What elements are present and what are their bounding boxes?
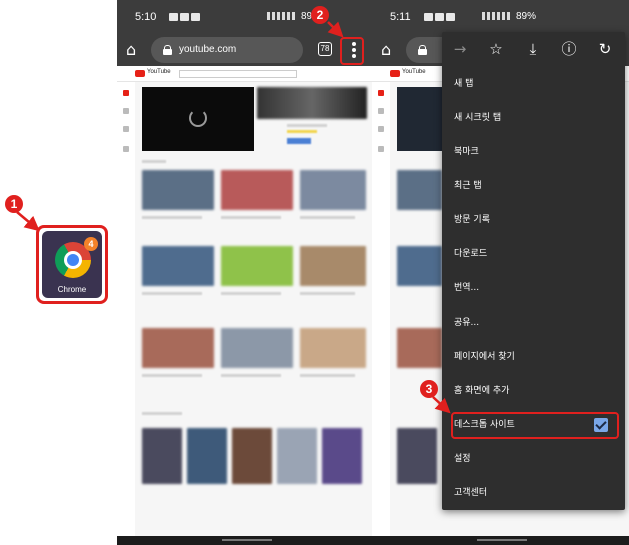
nav-bar (117, 536, 372, 545)
signal-icon (482, 12, 512, 21)
youtube-logo-text: YouTube (402, 69, 426, 75)
youtube-logo-icon (390, 70, 400, 77)
step-1-badge: 1 (5, 195, 23, 213)
home-icon[interactable]: ⌂ (126, 41, 136, 59)
desktop-site-label: 데스크톱 사이트 (454, 420, 515, 430)
video-player[interactable] (397, 87, 447, 151)
youtube-logo-icon (135, 70, 145, 77)
video-player[interactable] (142, 87, 254, 151)
lock-icon (418, 45, 427, 55)
home-icon[interactable]: ⌂ (381, 41, 391, 59)
menu-icon-row: → ☆ ⤓ ⓘ ↻ (442, 32, 625, 67)
menu-item-share[interactable]: 공유... (442, 308, 625, 338)
more-options-highlight (340, 37, 364, 65)
menu-item-bookmarks[interactable]: 북마크 (442, 137, 625, 167)
bookmark-star-icon[interactable]: ☆ (486, 41, 506, 57)
notification-icons (169, 13, 200, 21)
loading-spinner-icon (189, 109, 207, 127)
status-right: 89% (482, 11, 536, 22)
desktop-site-checkbox[interactable] (594, 418, 608, 432)
battery-level: 89% (516, 11, 537, 22)
status-time: 5:10 (135, 11, 157, 23)
refresh-icon[interactable]: ↻ (595, 41, 615, 57)
youtube-sidebar (372, 82, 390, 536)
tab-switcher-button[interactable]: 78 (318, 42, 332, 56)
nav-bar (372, 536, 629, 545)
signal-icon (267, 12, 297, 21)
ad-banner[interactable] (257, 87, 367, 119)
status-bar: 5:11 89% (372, 0, 629, 34)
status-time: 5:11 (390, 11, 411, 23)
forward-icon[interactable]: → (450, 41, 470, 57)
info-icon[interactable]: ⓘ (559, 41, 579, 57)
menu-item-add-to-home[interactable]: 홈 화면에 추가 (442, 376, 625, 406)
menu-item-find-in-page[interactable]: 페이지에서 찾기 (442, 342, 625, 372)
menu-item-translate[interactable]: 번역... (442, 273, 625, 303)
menu-item-help[interactable]: 고객센터 (442, 478, 625, 508)
chrome-overflow-menu: → ☆ ⤓ ⓘ ↻ 새 탭 새 시크릿 탭 북마크 최근 탭 방문 기록 다운로… (442, 32, 625, 510)
chrome-app-highlight: 4 Chrome (36, 225, 108, 304)
menu-item-new-incognito-tab[interactable]: 새 시크릿 탭 (442, 103, 625, 133)
app-notification-badge: 4 (84, 237, 98, 251)
youtube-sidebar (117, 82, 135, 536)
tutorial-screenshot: 1 4 Chrome 5:10 89% ⌂ youtube.com 78 (0, 0, 629, 545)
menu-item-settings[interactable]: 설정 (442, 444, 625, 474)
chrome-app-icon[interactable]: 4 Chrome (42, 231, 102, 298)
step-1-arrow (16, 211, 40, 232)
address-bar-url: youtube.com (179, 44, 237, 55)
youtube-header: YouTube (117, 66, 372, 82)
download-icon[interactable]: ⤓ (523, 41, 543, 57)
phone-screen-browser: 5:10 89% ⌂ youtube.com 78 YouTube (117, 0, 372, 545)
lock-icon (163, 45, 172, 55)
menu-item-new-tab[interactable]: 새 탭 (442, 69, 625, 99)
youtube-logo-text: YouTube (147, 69, 171, 75)
browser-toolbar: ⌂ youtube.com 78 (117, 34, 372, 66)
youtube-search[interactable] (179, 70, 297, 78)
web-page-content: YouTube (117, 66, 372, 536)
step-3-badge: 3 (420, 380, 438, 398)
menu-item-downloads[interactable]: 다운로드 (442, 239, 625, 269)
app-label: Chrome (57, 285, 87, 294)
notification-icons (424, 13, 455, 21)
menu-item-desktop-site[interactable]: 데스크톱 사이트 (451, 412, 619, 439)
step-2-badge: 2 (311, 6, 329, 24)
menu-item-recent-tabs[interactable]: 최근 탭 (442, 171, 625, 201)
status-bar: 5:10 89% (117, 0, 372, 34)
menu-item-history[interactable]: 방문 기록 (442, 205, 625, 235)
address-bar[interactable]: youtube.com (151, 37, 303, 63)
